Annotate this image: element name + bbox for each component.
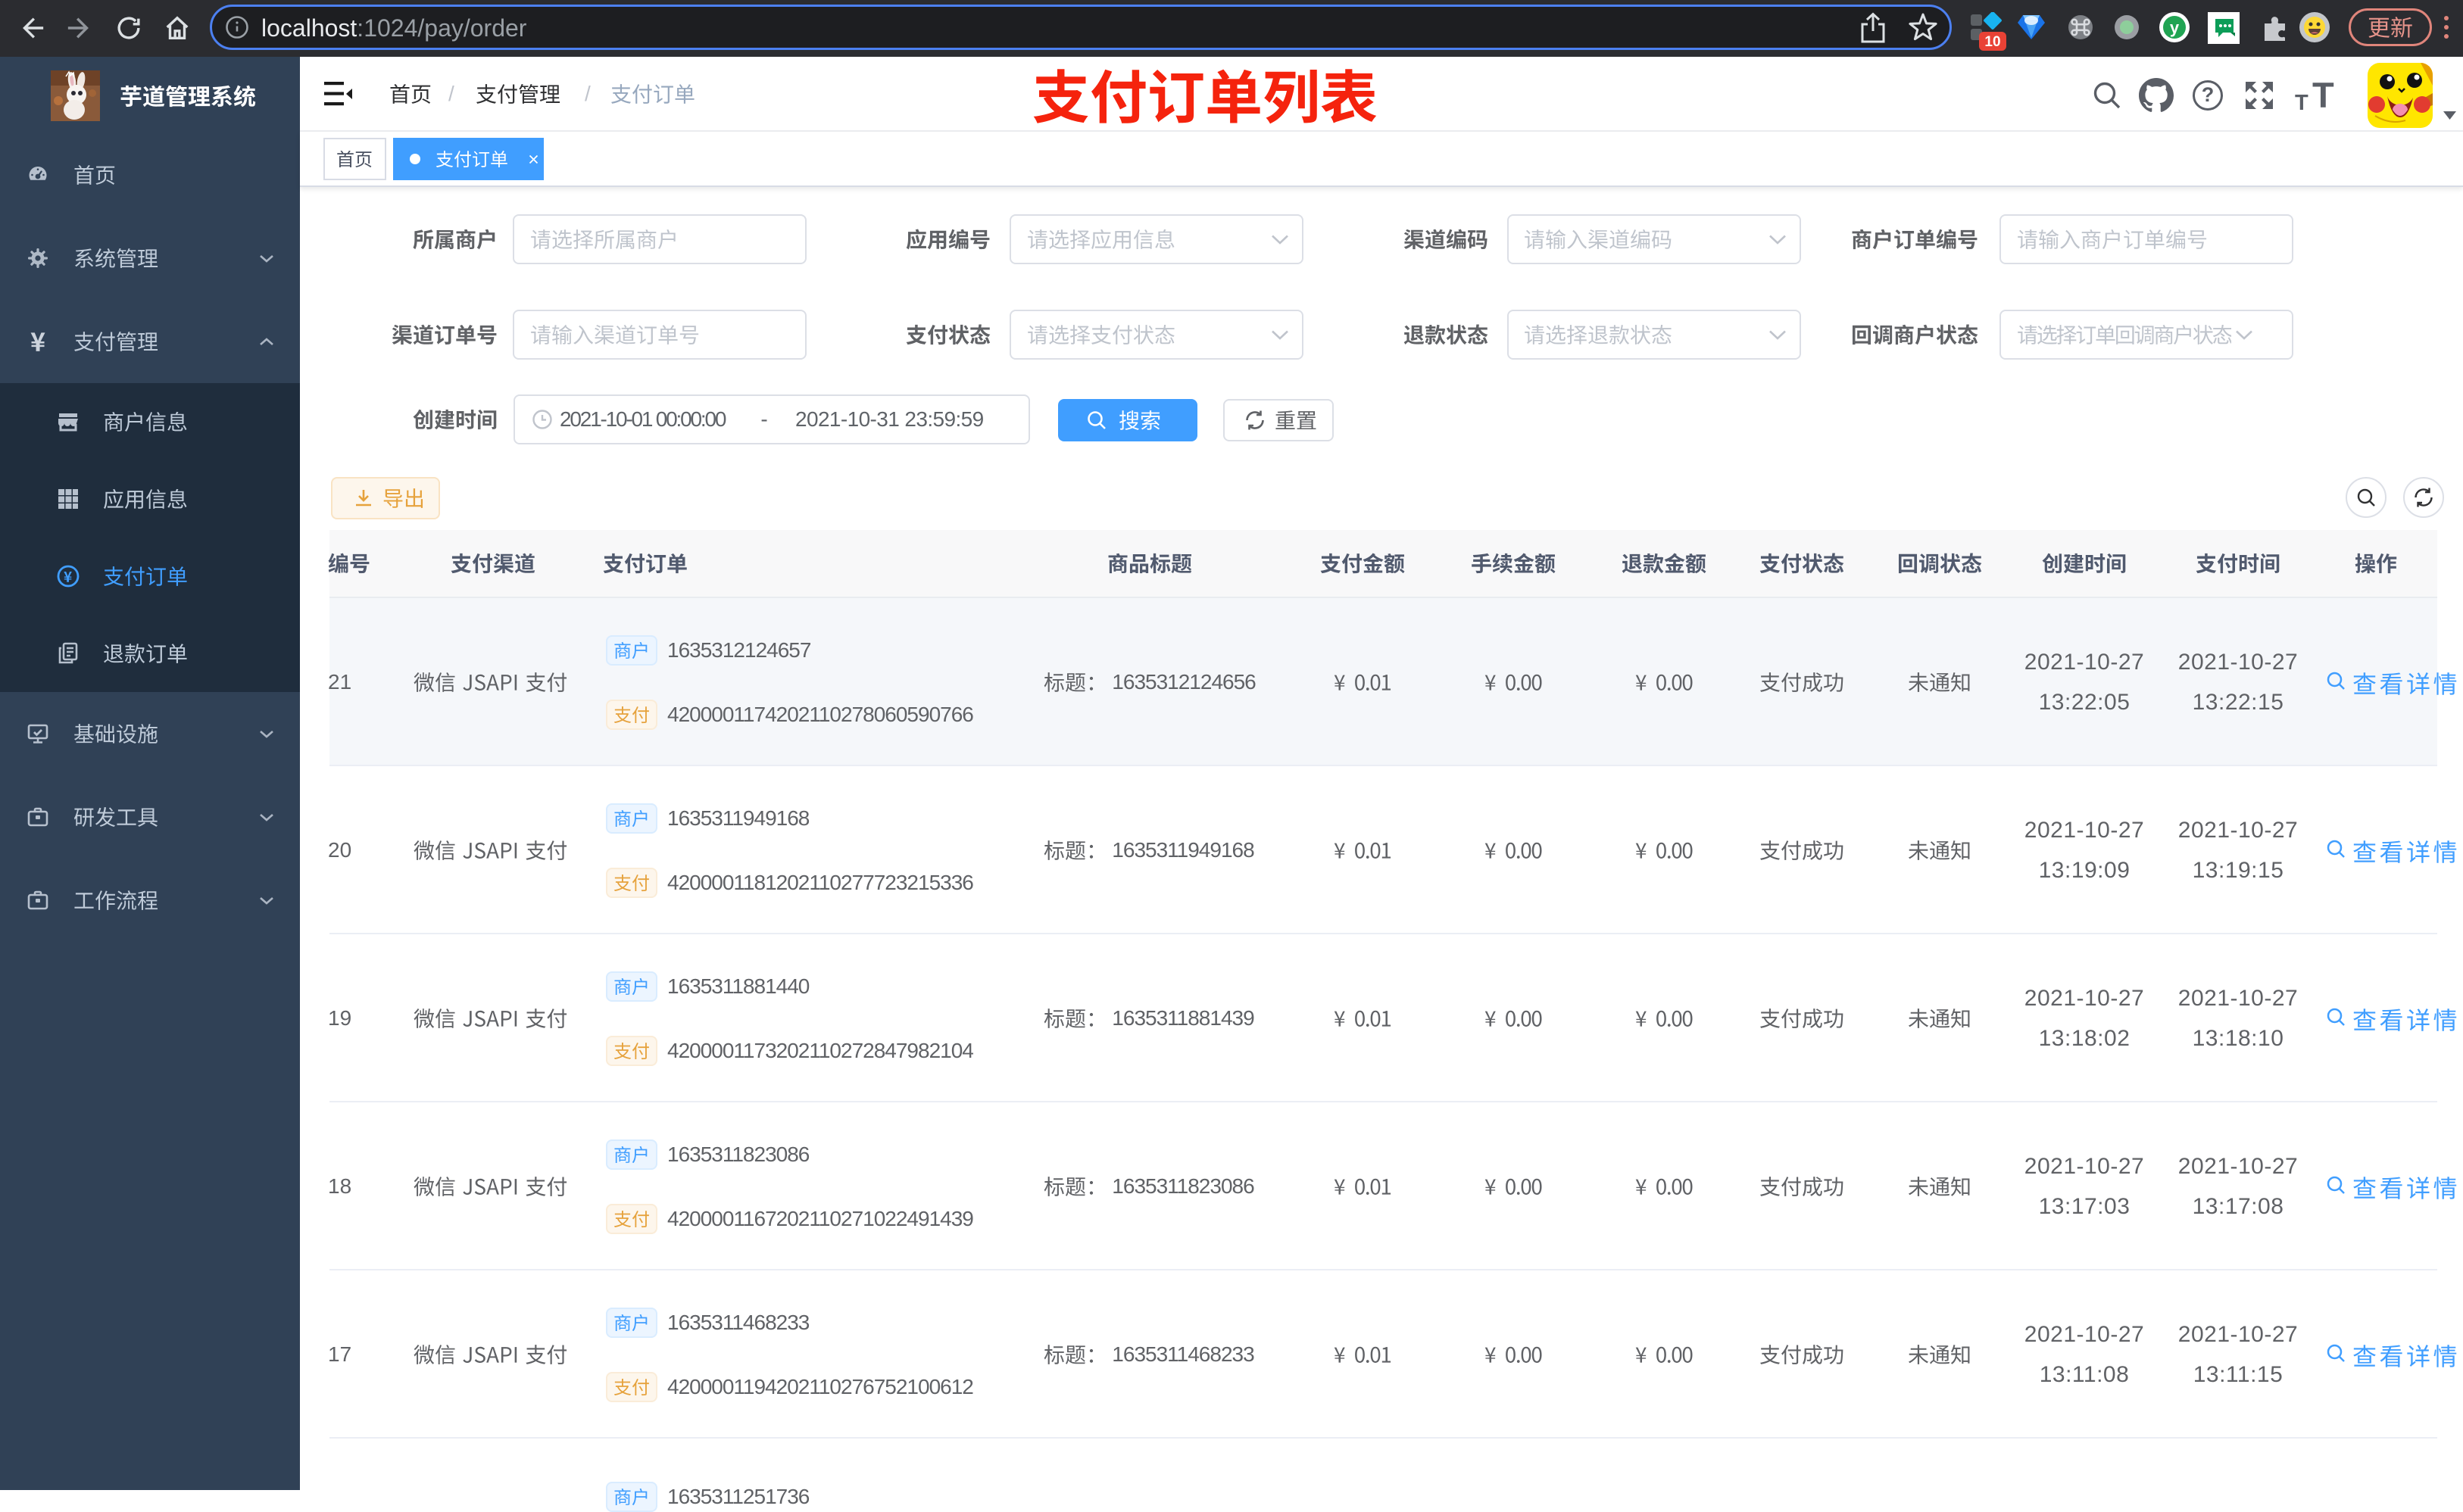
svg-text:10: 10 <box>1984 34 2000 50</box>
svg-text:y: y <box>2170 18 2180 37</box>
